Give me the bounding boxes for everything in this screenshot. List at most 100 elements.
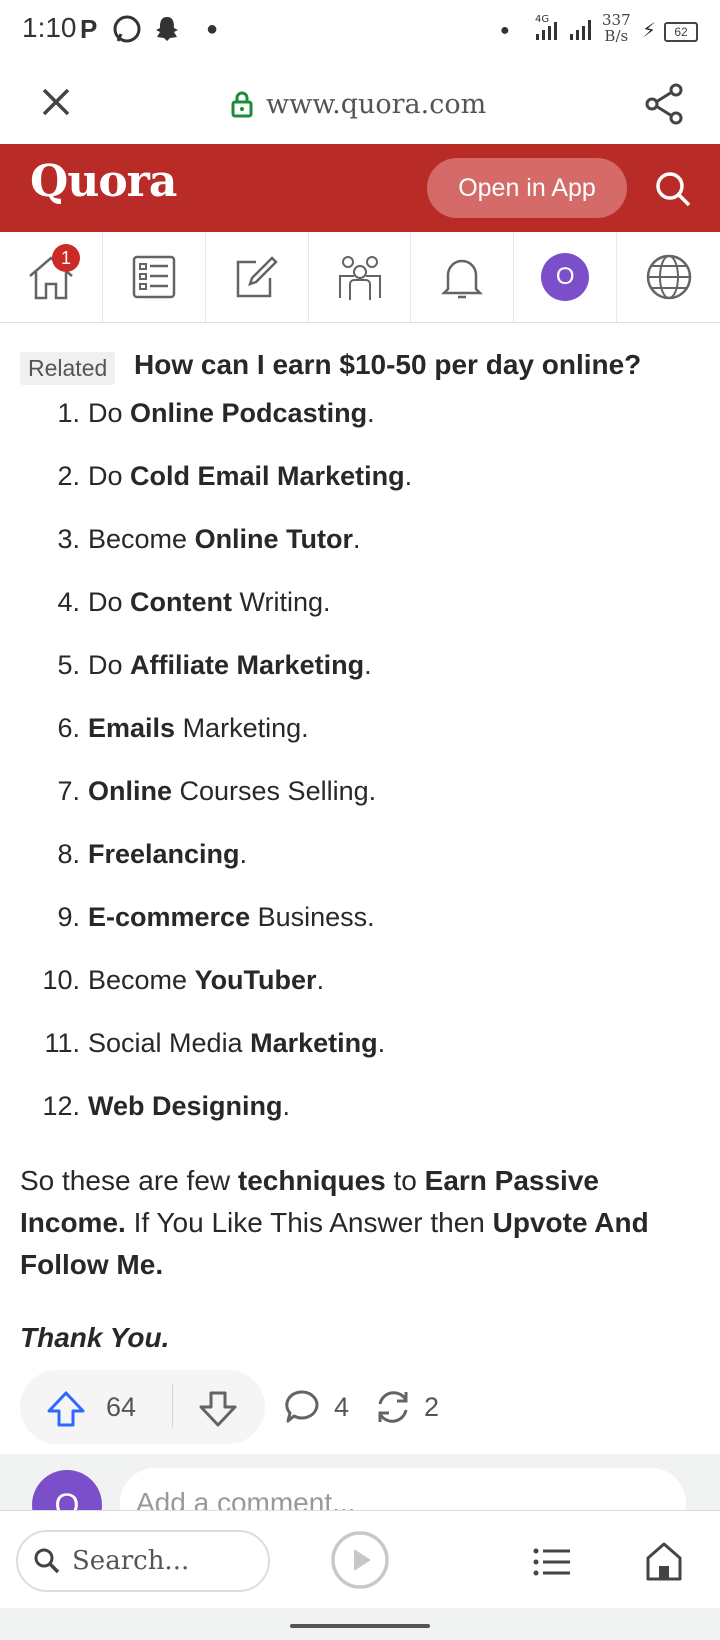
status-time: 1:10: [22, 12, 77, 43]
nav-home[interactable]: 1: [0, 232, 103, 322]
list-item-number: 12.: [42, 1091, 80, 1121]
text: Writing.: [232, 587, 331, 617]
list-item-text: Emails Marketing.: [88, 713, 309, 744]
avatar: O: [541, 253, 590, 301]
home-icon: [646, 1542, 682, 1581]
search-icon: [656, 172, 691, 207]
bold-text: YouTuber: [194, 965, 317, 995]
home-gesture-handle[interactable]: [290, 1624, 430, 1628]
reshare-button[interactable]: [372, 1386, 414, 1428]
list-item-text: Become Online Tutor.: [88, 524, 361, 555]
speed-value: 337: [602, 11, 631, 29]
bottom-search-placeholder: Search...: [72, 1546, 190, 1576]
search-icon: [34, 1548, 60, 1574]
text: Do: [88, 587, 131, 617]
bold-text: Online: [88, 776, 173, 806]
search-button[interactable]: [652, 168, 694, 210]
text: Social Media: [88, 1028, 251, 1058]
related-badge: Related: [20, 352, 116, 385]
quora-logo[interactable]: Quora: [30, 156, 177, 207]
share-button[interactable]: [640, 80, 688, 128]
browser-home-button[interactable]: [644, 1540, 684, 1582]
bold-text: Online Podcasting: [130, 398, 368, 428]
snapchat-icon: [152, 14, 182, 51]
text: .: [377, 1028, 386, 1058]
list-item-number: 6.: [57, 713, 80, 743]
globe-icon: [646, 254, 691, 300]
list-item-number: 5.: [57, 650, 80, 680]
bold-text: Online Tutor: [194, 524, 354, 554]
share-icon: [645, 83, 683, 125]
list-item-number: 11.: [44, 1028, 80, 1058]
text: Courses Selling.: [172, 776, 377, 806]
feed-list-icon: [132, 255, 176, 299]
list-item-text: Online Courses Selling.: [88, 776, 376, 807]
list-item-number: 1.: [57, 398, 80, 428]
list-item-text: Freelancing.: [88, 839, 247, 870]
list-item-number: 7.: [57, 776, 80, 806]
text: If You Like This Answer then: [125, 1207, 493, 1238]
tabs-list-button[interactable]: [532, 1546, 572, 1578]
list-item-text: E-commerce Business.: [88, 902, 375, 933]
pinterest-icon: P: [80, 14, 98, 44]
answer-signoff: Thank You.: [20, 1322, 170, 1353]
open-in-app-button[interactable]: Open in App: [427, 158, 627, 218]
comment-button[interactable]: [284, 1388, 322, 1426]
play-circle-icon: [331, 1531, 389, 1589]
speed-unit: B/s: [604, 27, 629, 45]
comment-count: 4: [334, 1392, 350, 1422]
signal-icon: [566, 12, 598, 51]
vote-divider: [172, 1384, 173, 1428]
play-button[interactable]: [330, 1530, 390, 1590]
nav-language[interactable]: [617, 232, 720, 322]
text: Business.: [250, 902, 375, 932]
edit-icon: [236, 256, 278, 298]
answer-closing-paragraph: So these are few techniques to Earn Pass…: [20, 1160, 700, 1286]
text: So these are few: [20, 1165, 238, 1196]
text: Do: [88, 461, 131, 491]
bold-text: Affiliate Marketing: [130, 650, 365, 680]
upvote-button[interactable]: [46, 1390, 86, 1428]
lock-icon: [231, 91, 253, 118]
network-speed: 337 B/s: [602, 12, 631, 44]
bold-text: techniques: [237, 1165, 386, 1196]
text: Do: [88, 398, 131, 428]
text: .: [404, 461, 413, 491]
downvote-arrow-icon: [199, 1391, 237, 1427]
list-item-text: Do Online Podcasting.: [88, 398, 375, 429]
downvote-button[interactable]: [198, 1390, 238, 1428]
bold-text: Cold Email Marketing: [130, 461, 405, 491]
bold-text: Freelancing: [88, 839, 240, 869]
nav-answer[interactable]: [206, 232, 309, 322]
list-item-text: Web Designing.: [88, 1091, 290, 1122]
text: Become: [88, 965, 195, 995]
bold-text: E-commerce: [88, 902, 251, 932]
bottom-search-input[interactable]: Search...: [16, 1530, 270, 1592]
url-bar[interactable]: www.quora.com: [230, 84, 486, 124]
list-item-text: Social Media Marketing.: [88, 1028, 385, 1059]
list-item-number: 10.: [42, 965, 80, 995]
text: Become: [88, 524, 195, 554]
list-item-text: Do Cold Email Marketing.: [88, 461, 412, 492]
list-item-text: Do Affiliate Marketing.: [88, 650, 372, 681]
bold-text: Emails: [88, 713, 176, 743]
nav-profile[interactable]: O: [514, 232, 618, 322]
list-item-text: Become YouTuber.: [88, 965, 324, 996]
text: .: [282, 1091, 291, 1121]
nav-following[interactable]: [103, 232, 206, 322]
list-item-number: 2.: [57, 461, 80, 491]
close-button[interactable]: [34, 80, 78, 124]
svg-text:4G: 4G: [535, 14, 549, 25]
text: .: [239, 839, 248, 869]
related-question-link[interactable]: How can I earn $10-50 per day online?: [134, 349, 641, 381]
upvote-count: 64: [106, 1392, 137, 1422]
bell-icon: [441, 259, 484, 299]
nav-notifications[interactable]: [411, 232, 515, 322]
bold-text: Marketing: [250, 1028, 378, 1058]
reshare-count: 2: [424, 1392, 440, 1422]
text: Marketing.: [175, 713, 309, 743]
list-item-number: 4.: [57, 587, 80, 617]
bold-text: Web Designing: [88, 1091, 283, 1121]
nav-spaces[interactable]: [309, 232, 412, 322]
battery-icon: 62: [664, 22, 698, 42]
